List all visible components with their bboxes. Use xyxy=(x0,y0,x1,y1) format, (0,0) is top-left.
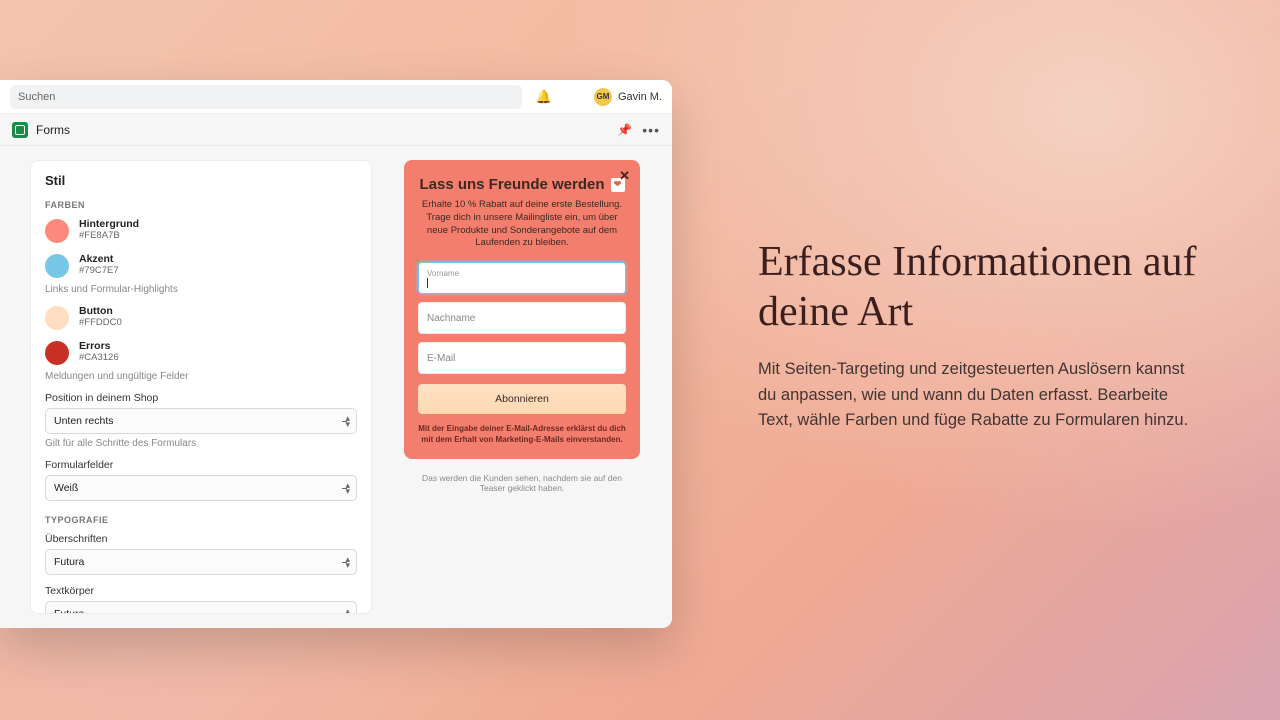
position-label: Position in deinem Shop xyxy=(45,392,357,404)
chevron-updown-icon: ▴▾ xyxy=(345,415,350,427)
pin-icon[interactable]: 📌 xyxy=(617,123,632,137)
topbar: 🔔 GM Gavin M. xyxy=(0,80,672,114)
workspace: Stil FARBEN Hintergrund #FE8A7B Akzent #… xyxy=(0,146,672,628)
color-hex: #FE8A7B xyxy=(79,230,139,241)
color-row-hintergrund[interactable]: Hintergrund #FE8A7B xyxy=(45,218,357,243)
body-select[interactable]: Futura ▴▾ xyxy=(45,601,357,614)
search-input[interactable] xyxy=(10,85,522,109)
preview-column: ✕ Lass uns Freunde werden ❤ Erhalte 10 %… xyxy=(386,160,658,614)
close-icon[interactable]: ✕ xyxy=(619,168,630,184)
marketing-copy: Erfasse Informationen auf deine Art Mit … xyxy=(758,238,1198,434)
titlebar: Forms 📌 ••• xyxy=(0,114,672,146)
color-name: Hintergrund xyxy=(79,218,139,230)
text-cursor-icon xyxy=(427,278,428,288)
color-row-akzent[interactable]: Akzent #79C7E7 xyxy=(45,253,357,278)
chevron-updown-icon: ▴▾ xyxy=(345,482,350,494)
style-panel: Stil FARBEN Hintergrund #FE8A7B Akzent #… xyxy=(30,160,372,614)
body-value: Futura xyxy=(54,608,84,614)
user-name: Gavin M. xyxy=(618,91,662,103)
color-name: Akzent xyxy=(79,253,119,265)
email-field[interactable]: E-Mail xyxy=(418,342,626,374)
position-hint: Gilt für alle Schritte des Formulars xyxy=(45,438,357,449)
color-name: Button xyxy=(79,305,122,317)
marketing-headline: Erfasse Informationen auf deine Art xyxy=(758,238,1198,337)
swatch-errors xyxy=(45,341,69,365)
avatar: GM xyxy=(594,88,612,106)
notifications-icon[interactable]: 🔔 xyxy=(534,89,554,105)
chevron-updown-icon: ▴▾ xyxy=(345,608,350,614)
section-colors-label: FARBEN xyxy=(45,200,357,210)
marketing-body: Mit Seiten-Targeting und zeitgesteuerten… xyxy=(758,357,1198,434)
hint-accent: Links und Formular-Highlights xyxy=(45,284,357,295)
preview-title-text: Lass uns Freunde werden xyxy=(419,176,604,193)
color-row-button[interactable]: Button #FFDDC0 xyxy=(45,305,357,330)
email-placeholder: E-Mail xyxy=(427,353,617,364)
subscribe-button[interactable]: Abonnieren xyxy=(418,384,626,414)
chevron-updown-icon: ▴▾ xyxy=(345,556,350,568)
app-icon xyxy=(12,122,28,138)
lastname-placeholder: Nachname xyxy=(427,313,617,324)
app-window: 🔔 GM Gavin M. Forms 📌 ••• Stil FARBEN Hi… xyxy=(0,80,672,628)
app-title: Forms xyxy=(36,123,70,137)
fields-select[interactable]: Weiß ▴▾ xyxy=(45,475,357,501)
color-hex: #FFDDC0 xyxy=(79,317,122,328)
position-select[interactable]: Unten rechts ▴▾ xyxy=(45,408,357,434)
hint-errors: Meldungen und ungültige Felder xyxy=(45,371,357,382)
body-label: Textkörper xyxy=(45,585,357,597)
search-container xyxy=(10,85,522,109)
color-hex: #79C7E7 xyxy=(79,265,119,276)
color-name: Errors xyxy=(79,340,119,352)
color-hex: #CA3126 xyxy=(79,352,119,363)
swatch-button xyxy=(45,306,69,330)
firstname-field[interactable]: Vorname xyxy=(418,262,626,294)
swatch-hintergrund xyxy=(45,219,69,243)
position-value: Unten rechts xyxy=(54,415,114,427)
fields-value: Weiß xyxy=(54,482,78,494)
preview-description: Erhalte 10 % Rabatt auf deine erste Best… xyxy=(418,199,626,250)
panel-heading: Stil xyxy=(45,173,357,188)
color-row-errors[interactable]: Errors #CA3126 xyxy=(45,340,357,365)
firstname-label: Vorname xyxy=(427,269,617,278)
consent-text: Mit der Eingabe deiner E-Mail-Adresse er… xyxy=(418,424,626,445)
preview-title: Lass uns Freunde werden ❤ xyxy=(418,176,626,193)
more-icon[interactable]: ••• xyxy=(642,122,660,138)
section-typo-label: TYPOGRAFIE xyxy=(45,515,357,525)
user-menu[interactable]: GM Gavin M. xyxy=(594,88,662,106)
teaser-note: Das werden die Kunden sehen, nachdem sie… xyxy=(417,473,627,493)
swatch-akzent xyxy=(45,254,69,278)
headings-select[interactable]: Futura ▴▾ xyxy=(45,549,357,575)
headings-value: Futura xyxy=(54,556,84,568)
fields-label: Formularfelder xyxy=(45,459,357,471)
form-preview: ✕ Lass uns Freunde werden ❤ Erhalte 10 %… xyxy=(404,160,640,459)
headings-label: Überschriften xyxy=(45,533,357,545)
lastname-field[interactable]: Nachname xyxy=(418,302,626,334)
